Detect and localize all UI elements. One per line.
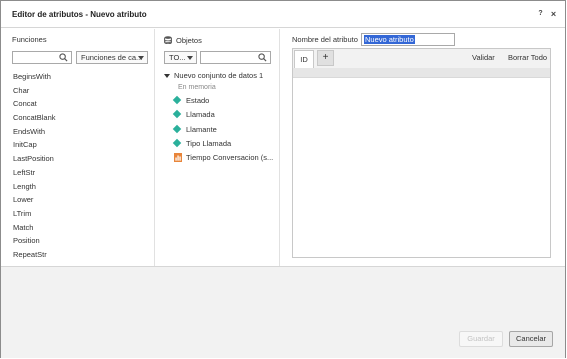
caret-down-icon[interactable] [164,74,170,79]
database-icon [164,36,172,44]
function-item[interactable]: RepeatStr [13,248,151,262]
expression-editor: ID + Validar Borrar Todo [292,48,551,258]
help-button[interactable]: ? [535,8,546,20]
save-button[interactable]: Guardar [459,331,503,347]
function-item[interactable]: Lower [13,193,151,207]
attribute-diamond-icon [172,95,182,105]
editor-toolbar: ID + Validar Borrar Todo [293,49,550,68]
attribute-diamond-icon [172,124,182,133]
function-item[interactable]: LastPosition [13,152,151,166]
metric-icon [174,152,182,162]
object-item-label: Tiempo Conversacion (s... [186,153,274,163]
search-icon [258,53,267,62]
object-item-llamante[interactable]: Llamante [164,123,278,137]
tab-id[interactable]: ID [294,50,314,68]
attribute-diamond-icon [172,138,182,148]
object-item-tiempo-conversacion[interactable]: Tiempo Conversacion (s... [164,151,278,165]
function-item[interactable]: Concat [13,97,151,111]
attribute-name-label: Nombre del atributo [292,35,358,44]
object-item-label: Estado [186,96,210,105]
functions-list: BeginsWith Char Concat ConcatBlank EndsW… [13,70,151,262]
function-item[interactable]: Match [13,221,151,235]
dataset-sublabel: En memoria [178,84,216,91]
function-item[interactable]: EndsWith [13,125,151,139]
dialog-footer: Guardar Cancelar [1,266,565,358]
attribute-name-input[interactable]: Nuevo atributo [361,33,455,46]
objects-tree: Nuevo conjunto de datos 1 En memoria Est… [164,70,278,165]
object-item-label: Tipo Llamada [186,138,232,148]
attribute-editor-dialog: Editor de atributos - Nuevo atributo ? ×… [0,0,566,358]
add-tab-button[interactable]: + [317,50,334,66]
object-item-estado[interactable]: Estado [164,94,278,108]
editor-header-strip [293,68,550,78]
attribute-name-value: Nuevo atributo [364,35,415,44]
function-category-dropdown[interactable]: Funciones de ca... [76,51,148,64]
object-item-llamada[interactable]: Llamada [164,108,278,122]
functions-title: Funciones [12,35,47,44]
dataset-label: Nuevo conjunto de datos 1 [174,71,264,80]
function-item[interactable]: Position [13,234,151,248]
dialog-title: Editor de atributos - Nuevo atributo [12,10,147,19]
clear-all-button[interactable]: Borrar Todo [508,53,547,62]
functions-search-input[interactable] [12,51,72,64]
function-item[interactable]: Length [13,180,151,194]
function-category-value: Funciones de ca... [81,53,143,62]
validate-button[interactable]: Validar [472,53,495,62]
cancel-button[interactable]: Cancelar [509,331,553,347]
objects-search-input[interactable] [200,51,271,64]
object-type-value: TO... [169,53,186,62]
function-item[interactable]: LeftStr [13,166,151,180]
objects-title: Objetos [176,36,202,45]
objects-panel: Objetos TO... Nuevo conjunto de datos 1 … [156,29,280,266]
search-icon [59,53,68,62]
object-type-dropdown[interactable]: TO... [164,51,197,64]
function-item[interactable]: InitCap [13,138,151,152]
function-item[interactable]: BeginsWith [13,70,151,84]
chevron-down-icon [187,56,193,60]
functions-panel: Funciones Funciones de ca... BeginsWith … [2,29,155,266]
function-item[interactable]: LTrim [13,207,151,221]
object-item-label: Llamante [186,124,217,134]
object-item-label: Llamada [186,110,215,120]
attribute-diamond-icon [172,110,182,119]
dataset-node[interactable]: Nuevo conjunto de datos 1 [164,70,278,82]
function-item[interactable]: Char [13,84,151,98]
dialog-titlebar: Editor de atributos - Nuevo atributo ? × [1,1,565,28]
function-item[interactable]: ConcatBlank [13,111,151,125]
expression-textarea[interactable] [293,78,550,257]
expression-panel: Nombre del atributo Nuevo atributo ID + … [281,29,566,266]
close-button[interactable]: × [548,8,559,20]
chevron-down-icon [138,56,144,60]
object-item-tipo-llamada[interactable]: Tipo Llamada [164,137,278,151]
